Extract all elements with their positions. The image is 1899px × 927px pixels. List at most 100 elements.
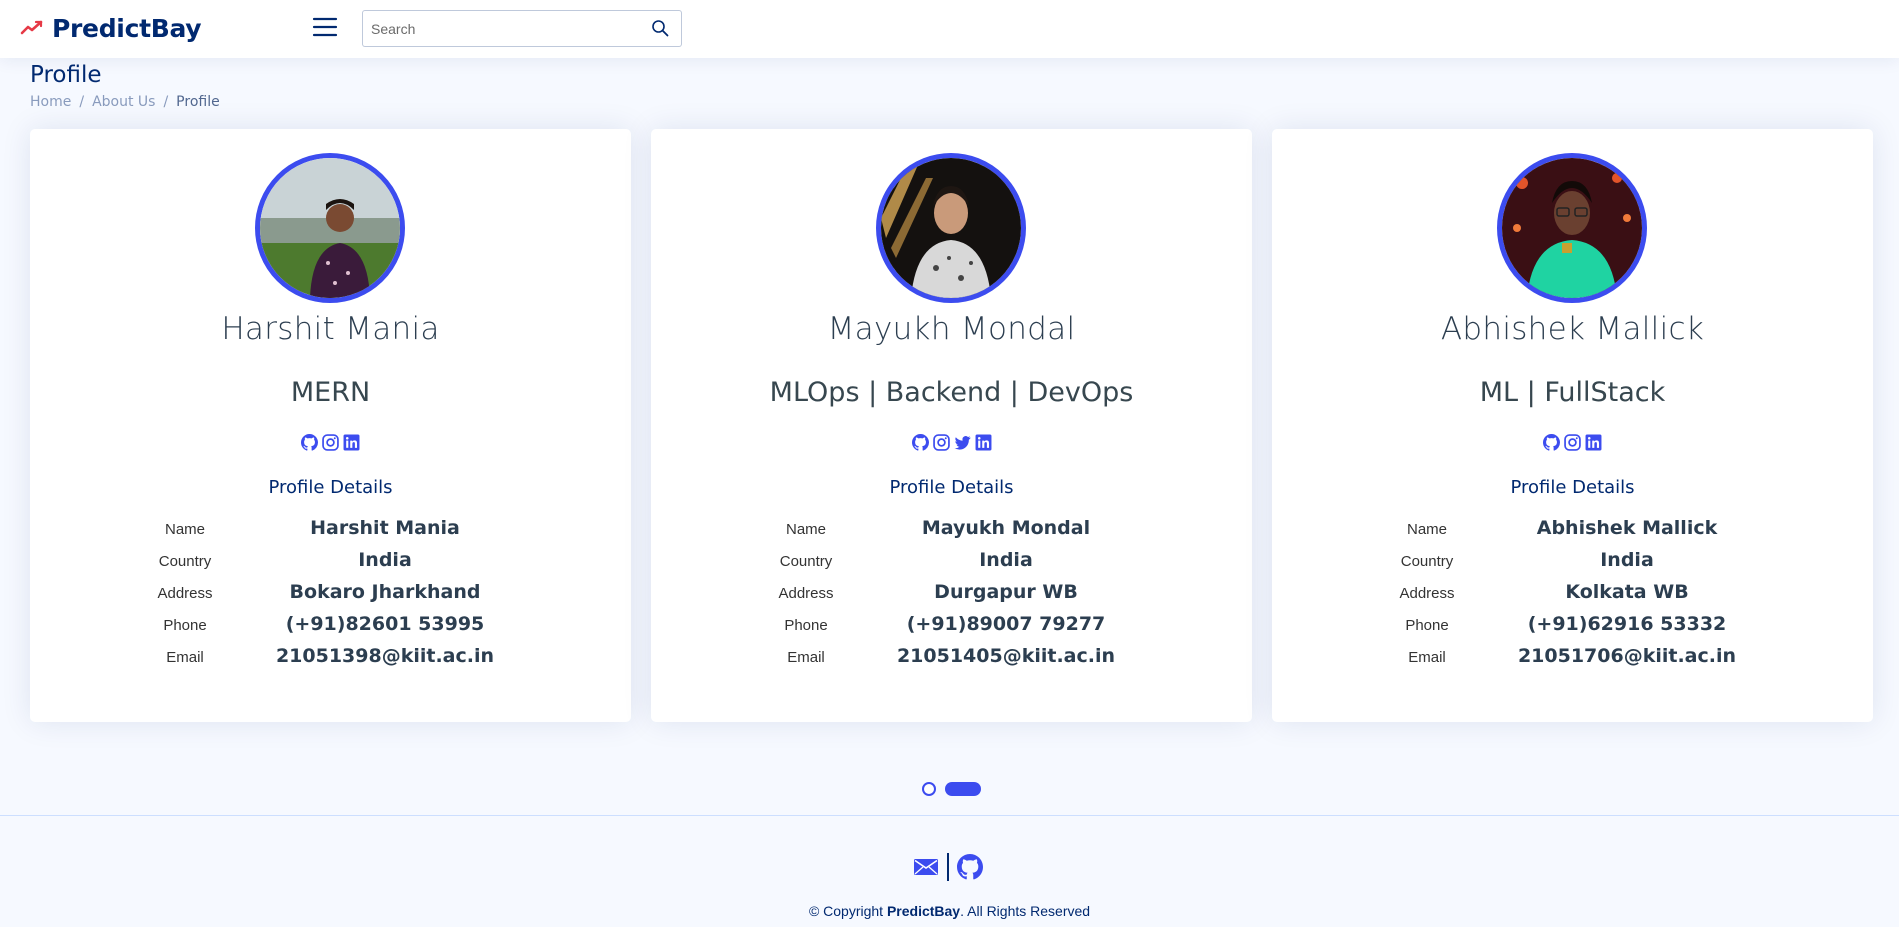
detail-row-email: Email 21051706@kiit.ac.in	[1272, 645, 1873, 675]
search-input[interactable]	[363, 11, 643, 46]
instagram-icon[interactable]	[322, 434, 339, 451]
breadcrumb-about-us[interactable]: About Us	[92, 94, 155, 110]
detail-value: Kolkata WB	[1565, 581, 1689, 603]
profile-photo	[881, 158, 1021, 298]
copyright-text: © Copyright PredictBay. All Rights Reser…	[0, 903, 1899, 919]
social-links	[30, 434, 631, 454]
detail-row-email: Email 21051398@kiit.ac.in	[30, 645, 631, 675]
detail-row-country: Country India	[651, 549, 1252, 579]
social-links	[1272, 434, 1873, 454]
detail-value: (+91)82601 53995	[285, 613, 485, 635]
person-name: Harshit Mania	[221, 311, 440, 347]
search-bar	[362, 10, 682, 47]
pagination-dot-1[interactable]	[922, 782, 936, 796]
person-role: ML | FullStack	[1479, 377, 1666, 408]
detail-row-country: Country India	[30, 549, 631, 579]
person-name: Abhishek Mallick	[1440, 311, 1705, 347]
profile-card: Harshit Mania MERN Profile Details Name …	[30, 129, 631, 722]
footer: © Copyright PredictBay. All Rights Reser…	[0, 815, 1899, 927]
profile-photo	[260, 158, 400, 298]
detail-row-name: Name Harshit Mania	[30, 517, 631, 547]
avatar	[255, 153, 405, 303]
detail-row-address: Address Kolkata WB	[1272, 581, 1873, 611]
search-icon	[652, 20, 669, 37]
detail-value: 21051706@kiit.ac.in	[1517, 645, 1737, 667]
avatar	[1497, 153, 1647, 303]
detail-value: Harshit Mania	[310, 517, 460, 539]
github-icon[interactable]	[957, 854, 983, 880]
linkedin-icon[interactable]	[975, 434, 992, 451]
detail-label: Email	[166, 649, 204, 666]
person-name: Mayukh Mondal	[827, 311, 1076, 347]
footer-links	[913, 851, 983, 883]
breadcrumb: Home / About Us / Profile	[30, 94, 220, 110]
pagination-dot-2-active[interactable]	[945, 782, 981, 796]
detail-label: Address	[1399, 585, 1455, 602]
detail-value: (+91)89007 79277	[906, 613, 1106, 635]
detail-label: Address	[778, 585, 834, 602]
github-icon[interactable]	[912, 434, 929, 451]
detail-row-phone: Phone (+91)89007 79277	[651, 613, 1252, 643]
footer-divider	[947, 853, 949, 881]
profile-details-title: Profile Details	[1510, 477, 1635, 498]
detail-label: Name	[785, 521, 826, 538]
brand-name: PredictBay	[52, 13, 202, 43]
social-links	[651, 434, 1252, 454]
detail-label: Country	[779, 553, 833, 570]
detail-value: India	[358, 549, 412, 571]
profile-photo	[1502, 158, 1642, 298]
profile-details-title: Profile Details	[268, 477, 393, 498]
detail-value: (+91)62916 53332	[1527, 613, 1727, 635]
page-title: Profile	[30, 62, 102, 88]
instagram-icon[interactable]	[1564, 434, 1581, 451]
detail-row-country: Country India	[1272, 549, 1873, 579]
detail-row-name: Name Mayukh Mondal	[651, 517, 1252, 547]
profile-card: Abhishek Mallick ML | FullStack Profile …	[1272, 129, 1873, 722]
detail-value: Durgapur WB	[934, 581, 1078, 603]
detail-value: Abhishek Mallick	[1536, 517, 1718, 539]
detail-label: Name	[1406, 521, 1447, 538]
linkedin-icon[interactable]	[1585, 434, 1602, 451]
detail-label: Phone	[163, 617, 207, 634]
github-icon[interactable]	[1543, 434, 1560, 451]
detail-value: Mayukh Mondal	[921, 517, 1091, 539]
search-button[interactable]	[651, 19, 671, 39]
mail-icon[interactable]	[913, 854, 939, 880]
copyright-prefix: © Copyright	[808, 903, 887, 919]
detail-row-address: Address Durgapur WB	[651, 581, 1252, 611]
menu-toggle-button[interactable]	[312, 14, 338, 40]
top-header: PredictBay	[0, 0, 1899, 58]
detail-row-phone: Phone (+91)82601 53995	[30, 613, 631, 643]
detail-label: Email	[787, 649, 825, 666]
breadcrumb-separator: /	[79, 94, 85, 110]
detail-label: Country	[1400, 553, 1454, 570]
detail-row-email: Email 21051405@kiit.ac.in	[651, 645, 1252, 675]
profile-details-title: Profile Details	[889, 477, 1014, 498]
github-icon[interactable]	[301, 434, 318, 451]
detail-row-address: Address Bokaro Jharkhand	[30, 581, 631, 611]
hamburger-menu-icon	[312, 17, 338, 37]
detail-label: Email	[1408, 649, 1446, 666]
linkedin-icon[interactable]	[343, 434, 360, 451]
instagram-icon[interactable]	[933, 434, 950, 451]
detail-label: Name	[164, 521, 205, 538]
twitter-icon[interactable]	[954, 434, 971, 451]
detail-value: 21051405@kiit.ac.in	[896, 645, 1116, 667]
detail-value: Bokaro Jharkhand	[289, 581, 481, 603]
detail-label: Address	[157, 585, 213, 602]
profile-card: Mayukh Mondal MLOps | Backend | DevOps P…	[651, 129, 1252, 722]
trend-chart-icon	[20, 20, 43, 35]
detail-value: India	[979, 549, 1033, 571]
detail-value: 21051398@kiit.ac.in	[275, 645, 495, 667]
detail-label: Country	[158, 553, 212, 570]
detail-row-phone: Phone (+91)62916 53332	[1272, 613, 1873, 643]
breadcrumb-home[interactable]: Home	[30, 94, 71, 110]
person-role: MLOps | Backend | DevOps	[769, 377, 1134, 408]
detail-label: Phone	[784, 617, 828, 634]
copyright-brand: PredictBay	[886, 903, 961, 919]
breadcrumb-separator: /	[163, 94, 169, 110]
detail-label: Phone	[1405, 617, 1449, 634]
brand-logo[interactable]: PredictBay	[20, 10, 202, 46]
detail-row-name: Name Abhishek Mallick	[1272, 517, 1873, 547]
breadcrumb-profile: Profile	[176, 94, 220, 110]
